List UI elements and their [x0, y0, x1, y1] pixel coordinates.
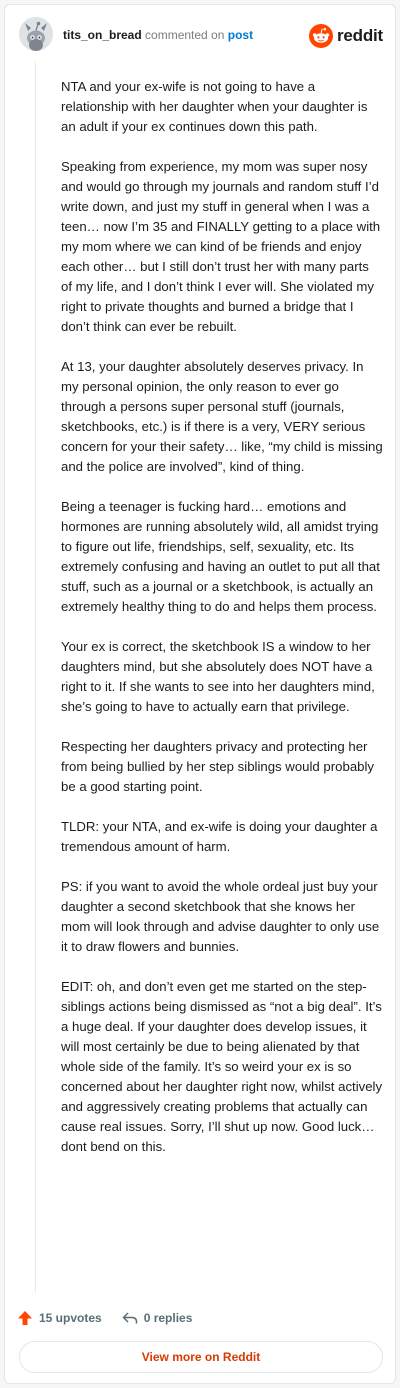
- brand-wordmark: reddit: [336, 26, 383, 45]
- username-link[interactable]: tits_on_bread: [63, 28, 142, 42]
- comment-paragraph: NTA and your ex-wife is not going to hav…: [61, 79, 368, 134]
- comment-paragraph: EDIT: oh, and don’t even get me started …: [61, 979, 383, 1154]
- reply-count: 0 replies: [143, 1311, 193, 1325]
- upvote-button[interactable]: 15 upvotes: [17, 1310, 102, 1326]
- comment-paragraph: At 13, your daughter absolutely deserves…: [61, 359, 383, 474]
- action-text: commented on: [145, 28, 225, 42]
- upvote-count: 15 upvotes: [39, 1311, 102, 1325]
- snoo-avatar-icon[interactable]: [19, 17, 53, 51]
- comment-paragraph: Respecting her daughters privacy and pro…: [61, 739, 375, 794]
- reddit-logo-icon: [308, 24, 333, 48]
- view-more-button[interactable]: View more on Reddit: [19, 1341, 383, 1373]
- upvote-arrow-icon: [18, 1311, 32, 1325]
- comment-body: NTA and your ex-wife is not going to hav…: [61, 77, 383, 1177]
- post-link[interactable]: post: [228, 28, 253, 42]
- comment-paragraph: Your ex is correct, the sketchbook IS a …: [61, 639, 375, 714]
- comment-paragraph: TLDR: your NTA, and ex-wife is doing you…: [61, 819, 378, 854]
- reply-arrow-icon: [122, 1312, 137, 1324]
- comment-card: tits_on_bread commented on post reddit N…: [4, 4, 396, 1384]
- replies-button[interactable]: 0 replies: [122, 1310, 193, 1326]
- comment-footer: 15 upvotes 0 replies: [17, 1307, 212, 1329]
- comment-paragraph: PS: if you want to avoid the whole ordea…: [61, 879, 380, 954]
- comment-header: tits_on_bread commented on post reddit: [5, 5, 395, 65]
- comment-paragraph: Speaking from experience, my mom was sup…: [61, 159, 381, 334]
- comment-meta: tits_on_bread commented on post: [63, 28, 253, 42]
- comment-paragraph: Being a teenager is fucking hard… emotio…: [61, 499, 380, 614]
- reddit-brand[interactable]: reddit: [308, 23, 383, 49]
- view-more-label: View more on Reddit: [141, 1350, 261, 1364]
- thread-line[interactable]: [35, 61, 36, 1293]
